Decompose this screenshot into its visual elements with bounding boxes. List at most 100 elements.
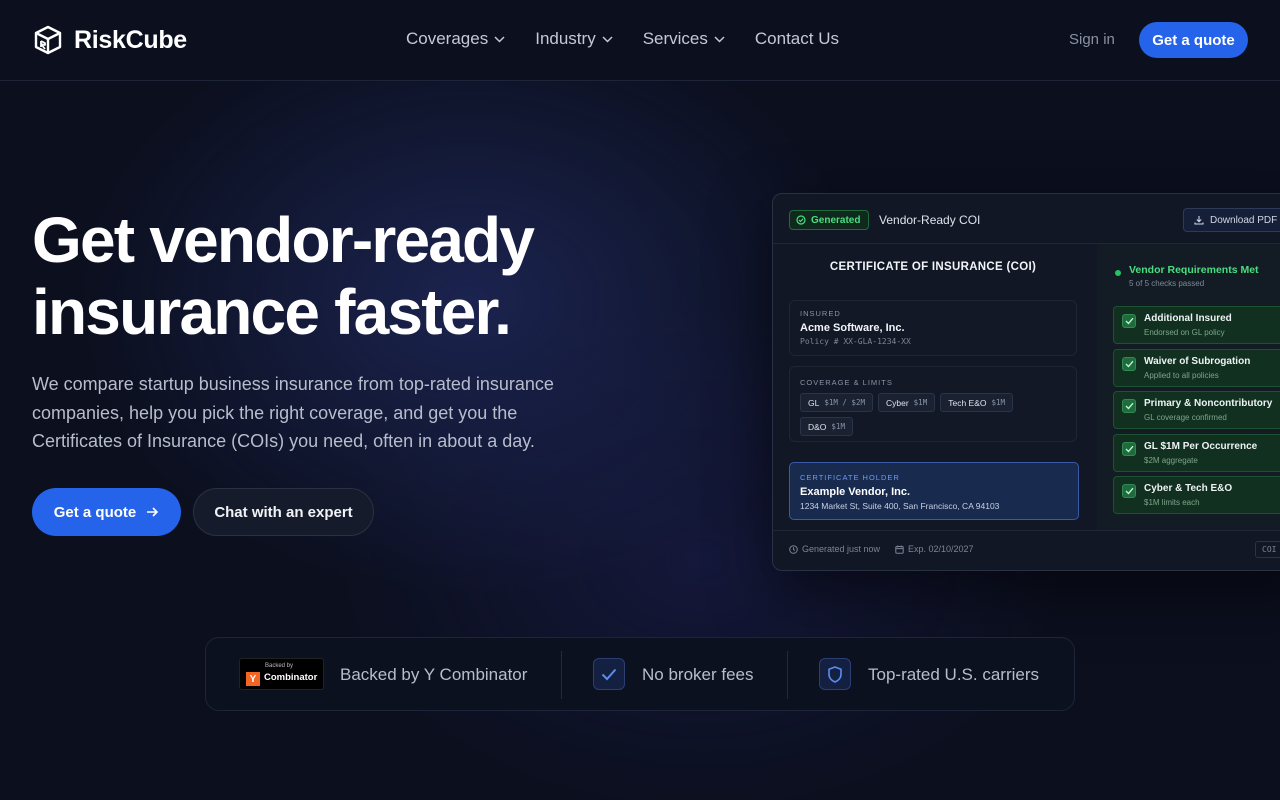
insured-section: INSURED Acme Software, Inc. Policy # XX-… [789,300,1077,356]
expiry-date-label: Exp. 02/10/2027 [908,544,974,554]
hero-title: Get vendor-ready insurance faster. [32,204,652,348]
coverage-chips: GL $1M / $2M Cyber $1M Tech E&O $1M D&O … [800,393,1070,436]
nav-industry[interactable]: Industry [535,29,613,49]
coverage-chip-name: Tech E&O [948,397,987,408]
requirement-title: GL $1M Per Occurrence [1144,440,1258,452]
yc-backed-label: Backed by [265,663,294,669]
sign-in-link[interactable]: Sign in [1069,31,1115,48]
download-pdf-button[interactable]: Download PDF [1183,208,1280,232]
chevron-down-icon [602,35,613,43]
divider [561,651,562,699]
yc-letter: Y [246,672,260,686]
divider [787,651,788,699]
nav-industry-label: Industry [535,29,596,48]
policy-number: Policy # XX-GLA-1234-XX [800,337,911,346]
download-pdf-label: Download PDF [1210,214,1278,226]
requirement-detail: $1M limits each [1144,498,1200,507]
coverage-chip-name: D&O [808,421,827,432]
clock-icon [789,544,798,554]
coverage-chip-limit: $1M [991,398,1006,407]
site-header: RiskCube Coverages Industry Services Con… [0,0,1280,81]
hero-get-quote-label: Get a quote [53,503,137,521]
chevron-down-icon [714,35,725,43]
hero-subtitle: We compare startup business insurance fr… [32,374,554,451]
chat-expert-button[interactable]: Chat with an expert [193,488,374,536]
coi-card-title: Vendor-Ready COI [879,213,981,227]
generated-badge-label: Generated [811,214,861,226]
hero-title-line-2: insurance faster. [32,276,512,348]
header-get-quote-button[interactable]: Get a quote [1139,22,1248,58]
holder-name: Example Vendor, Inc. [800,486,911,498]
coverage-chip-limit: $1M / $2M [824,398,865,407]
generated-time-label: Generated just now [802,544,881,554]
requirement-item: Primary & Noncontributory GL coverage co… [1113,391,1280,429]
holder-label: CERTIFICATE HOLDER [800,473,900,482]
shield-icon [819,658,851,690]
coverage-chip-limit: $1M [913,398,928,407]
requirement-item: Waiver of Subrogation Applied to all pol… [1113,348,1280,387]
certificate-heading: CERTIFICATE OF INSURANCE (COI) [829,261,1037,273]
requirement-item: GL $1M Per Occurrence $2M aggregate [1113,433,1280,472]
status-dot [1115,270,1121,276]
requirements-pane: Vendor Requirements Met 5 of 5 checks pa… [1097,244,1280,530]
main-nav: Coverages Industry Services Contact Us [406,29,869,49]
download-icon [1194,216,1204,225]
requirements-list: Additional Insured Endorsed on GL policy… [1113,306,1280,519]
coi-tag: COI [1255,541,1280,558]
requirements-header: Vendor Requirements Met 5 of 5 checks pa… [1115,264,1259,288]
nav-coverages[interactable]: Coverages [406,29,505,49]
checkbox-checked-icon [1122,441,1136,456]
checkbox-checked-icon [1122,399,1136,413]
generated-time: Generated just now [789,544,880,554]
requirement-title: Primary & Noncontributory [1144,398,1273,409]
trust-item-fees: No broker fees [642,665,754,684]
requirement-detail: Endorsed on GL policy [1144,328,1225,337]
coverage-chip-tech-eo: Tech E&O $1M [940,393,1014,412]
insured-name: Acme Software, Inc. [800,322,905,334]
hero-get-quote-button[interactable]: Get a quote [32,488,181,536]
generated-badge: Generated [789,210,870,230]
y-combinator-logo: Backed by Y Combinator [239,658,324,690]
coverage-chip-name: Cyber [885,397,909,408]
nav-contact[interactable]: Contact Us [755,29,839,49]
calendar-icon [895,545,904,554]
coverage-chip-gl: GL $1M / $2M [800,393,873,412]
requirement-detail: $2M aggregate [1144,455,1198,465]
nav-services[interactable]: Services [643,29,725,49]
coverage-chip-name: GL [808,397,820,408]
chevron-down-icon [494,35,505,43]
cube-icon [34,25,62,55]
check-circle-icon [796,215,806,225]
requirement-title: Additional Insured [1144,313,1232,324]
holder-address: 1234 Market St, Suite 400, San Francisco… [800,501,1000,511]
brand-name: RiskCube [74,25,187,54]
checkbox-checked-icon [1122,356,1136,371]
nav-services-label: Services [642,29,708,48]
checkbox-checked-icon [1122,314,1136,328]
expiry-date: Exp. 02/10/2027 [895,544,974,554]
brand-logo[interactable]: RiskCube [32,24,187,56]
coverage-chip-cyber: Cyber $1M [877,393,936,412]
coverage-section: COVERAGE & LIMITS GL $1M / $2M Cyber $1M… [789,366,1077,442]
yc-name: Combinator [264,672,318,683]
certificate-holder-section: CERTIFICATE HOLDER Example Vendor, Inc. … [789,462,1079,520]
nav-contact-label: Contact Us [754,29,839,48]
arrow-right-icon [147,507,159,517]
nav-coverages-label: Coverages [406,29,489,48]
trust-bar: Backed by Y Combinator Backed by Y Combi… [205,637,1075,711]
coverage-chip-limit: $1M [831,422,845,431]
insured-label: INSURED [800,309,841,318]
coi-card-header: Generated Vendor-Ready COI Download PDF [773,194,1280,244]
coi-card-footer: Generated just now Exp. 02/10/2027 COI [773,530,1280,570]
coverage-label: COVERAGE & LIMITS [800,378,893,387]
requirement-title: Waiver of Subrogation [1144,355,1251,367]
requirement-detail: GL coverage confirmed [1144,413,1227,422]
certificate-pane: CERTIFICATE OF INSURANCE (COI) INSURED A… [773,244,1097,530]
requirements-title: Vendor Requirements Met [1129,264,1259,276]
requirement-title: Cyber & Tech E&O [1144,483,1233,494]
requirement-item: Cyber & Tech E&O $1M limits each [1113,476,1280,514]
coi-preview-card: Generated Vendor-Ready COI Download PDF … [772,193,1280,571]
trust-item-carriers: Top-rated U.S. carriers [868,665,1039,684]
hero-title-line-1: Get vendor-ready [32,204,535,276]
checkbox-checked-icon [1122,484,1136,498]
